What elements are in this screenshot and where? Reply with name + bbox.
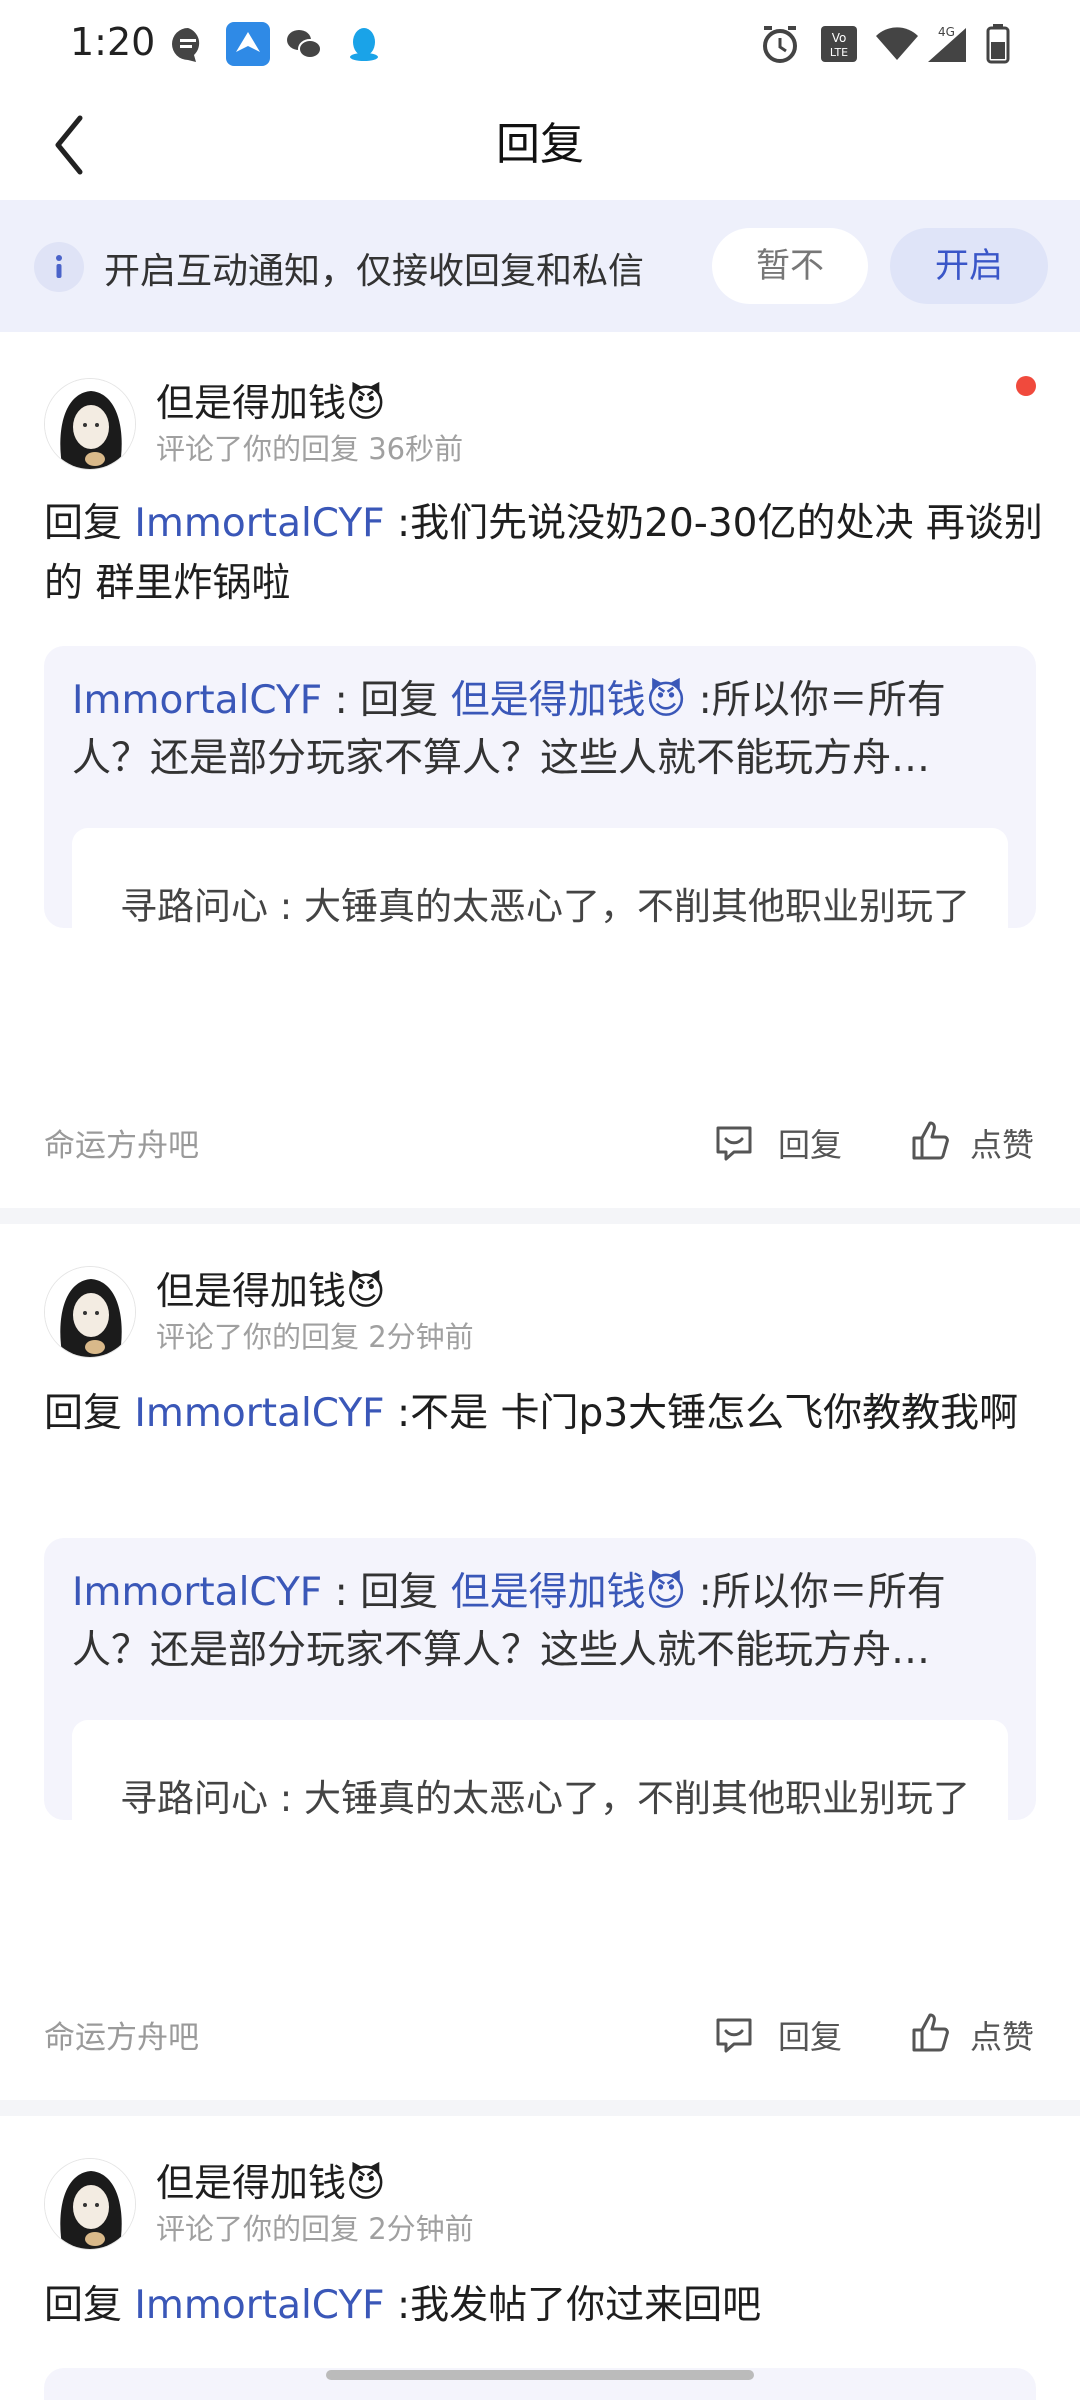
notification-card[interactable]: 但是得加钱😈 评论了你的回复 2分钟前 回复 ImmortalCYF :不是 卡… [0, 1224, 1080, 2100]
mention-link[interactable]: ImmortalCYF [134, 501, 384, 546]
like-icon[interactable] [908, 2010, 952, 2054]
reply-body: :我发帖了你过来回吧 [384, 2283, 762, 2328]
reply-prefix: 回复 [44, 1391, 135, 1436]
like-button[interactable]: 点赞 [970, 1120, 1034, 1166]
like-icon[interactable] [908, 1118, 952, 1162]
like-button[interactable]: 点赞 [970, 2012, 1034, 2058]
quote-mid: : 回复 [322, 678, 451, 723]
quote-author-link[interactable]: ImmortalCYF [72, 1570, 322, 1615]
home-indicator[interactable] [326, 2370, 754, 2380]
notice-text: 开启互动通知，仅接收回复和私信 [104, 251, 645, 292]
mention-link[interactable]: ImmortalCYF [134, 2283, 384, 2328]
quote-mention-link[interactable]: 但是得加钱😈 [451, 1570, 687, 1615]
reply-body: :不是 卡门p3大锤怎么飞你教教我啊 [384, 1391, 1019, 1436]
forum-name[interactable]: 命运方舟吧 [44, 1120, 199, 1165]
avatar[interactable] [44, 1266, 136, 1358]
mention-link[interactable]: ImmortalCYF [134, 1391, 384, 1436]
notification-banner: 开启互动通知，仅接收回复和私信 暂不 开启 [0, 200, 1080, 332]
quote-author-link[interactable]: ImmortalCYF [72, 678, 322, 723]
quoted-reply[interactable]: ImmortalCYF : 回复 但是得加钱😈 :所以你＝所有人？还是部分玩家不… [44, 646, 1036, 1050]
reply-prefix: 回复 [44, 2283, 135, 2328]
reply-prefix: 回复 [44, 501, 135, 546]
card-divider [0, 1208, 1080, 1224]
unread-dot [1016, 376, 1036, 396]
later-button[interactable]: 暂不 [712, 228, 868, 304]
battery-icon [986, 24, 1010, 64]
alarm-icon [763, 26, 797, 63]
reply-text[interactable]: 回复 ImmortalCYF :我们先说没奶20-30亿的处决 再谈别的 群里炸… [44, 494, 1044, 614]
original-comment-text: 寻路问心 : 大锤真的太恶心了，不削其他职业别玩了 [120, 885, 970, 928]
original-comment[interactable]: 寻路问心 : 大锤真的太恶心了，不削其他职业别玩了 [72, 828, 1008, 1050]
volte-icon: VoLTE [821, 26, 857, 62]
quote-text: ImmortalCYF : 回复 但是得加钱😈 :所以你＝所有人？还是部分玩家不… [72, 672, 1012, 788]
username[interactable]: 但是得加钱😈 [156, 2152, 386, 2207]
status-time: 1:20 [70, 20, 156, 64]
comment-icon[interactable] [712, 2012, 756, 2056]
page-title: 回复 [496, 119, 584, 170]
card-divider [0, 2100, 1080, 2116]
avatar[interactable] [44, 378, 136, 470]
enable-button[interactable]: 开启 [890, 228, 1048, 304]
wifi-icon [876, 27, 918, 60]
username[interactable]: 但是得加钱😈 [156, 1260, 386, 1315]
quoted-reply[interactable]: ImmortalCYF : 回复 但是得加钱😈 :所以你＝所有人？还是部分玩家不… [44, 1538, 1036, 1942]
svg-text:Vo: Vo [832, 31, 847, 45]
notification-card[interactable]: 但是得加钱😈 评论了你的回复 2分钟前 回复 ImmortalCYF :我发帖了… [0, 2116, 1080, 2400]
notification-card[interactable]: 但是得加钱😈 评论了你的回复 36秒前 回复 ImmortalCYF :我们先说… [0, 332, 1080, 1208]
username[interactable]: 但是得加钱😈 [156, 372, 386, 427]
info-icon [34, 242, 84, 292]
status-bar: 1:20 Vo LTE 4G [0, 0, 1080, 92]
message-icon [172, 28, 200, 62]
reply-button[interactable]: 回复 [778, 2012, 842, 2058]
app-icon [226, 22, 270, 66]
comment-meta: 评论了你的回复 2分钟前 [156, 2212, 474, 2246]
header: 回复 [0, 92, 1080, 200]
comment-meta: 评论了你的回复 2分钟前 [156, 1320, 474, 1354]
reply-button[interactable]: 回复 [778, 1120, 842, 1166]
forum-name[interactable]: 命运方舟吧 [44, 2012, 199, 2057]
avatar[interactable] [44, 2158, 136, 2250]
reply-text[interactable]: 回复 ImmortalCYF :我发帖了你过来回吧 [44, 2276, 1044, 2336]
comment-meta: 评论了你的回复 36秒前 [156, 432, 464, 466]
signal-4g-icon: 4G [928, 25, 966, 62]
reply-text[interactable]: 回复 ImmortalCYF :不是 卡门p3大锤怎么飞你教教我啊 [44, 1384, 1044, 1444]
comment-icon[interactable] [712, 1120, 756, 1164]
network-label: 4G [938, 25, 955, 39]
qq-icon [350, 28, 378, 61]
wechat-icon [287, 30, 322, 59]
original-comment-text: 寻路问心 : 大锤真的太恶心了，不削其他职业别玩了 [120, 1777, 970, 1820]
quote-mid: : 回复 [322, 1570, 451, 1615]
original-comment[interactable]: 寻路问心 : 大锤真的太恶心了，不削其他职业别玩了 [72, 1720, 1008, 1942]
quote-text: ImmortalCYF : 回复 但是得加钱😈 :所以你＝所有人？还是部分玩家不… [72, 1564, 1012, 1680]
quote-mention-link[interactable]: 但是得加钱😈 [451, 678, 687, 723]
svg-text:LTE: LTE [830, 46, 848, 59]
